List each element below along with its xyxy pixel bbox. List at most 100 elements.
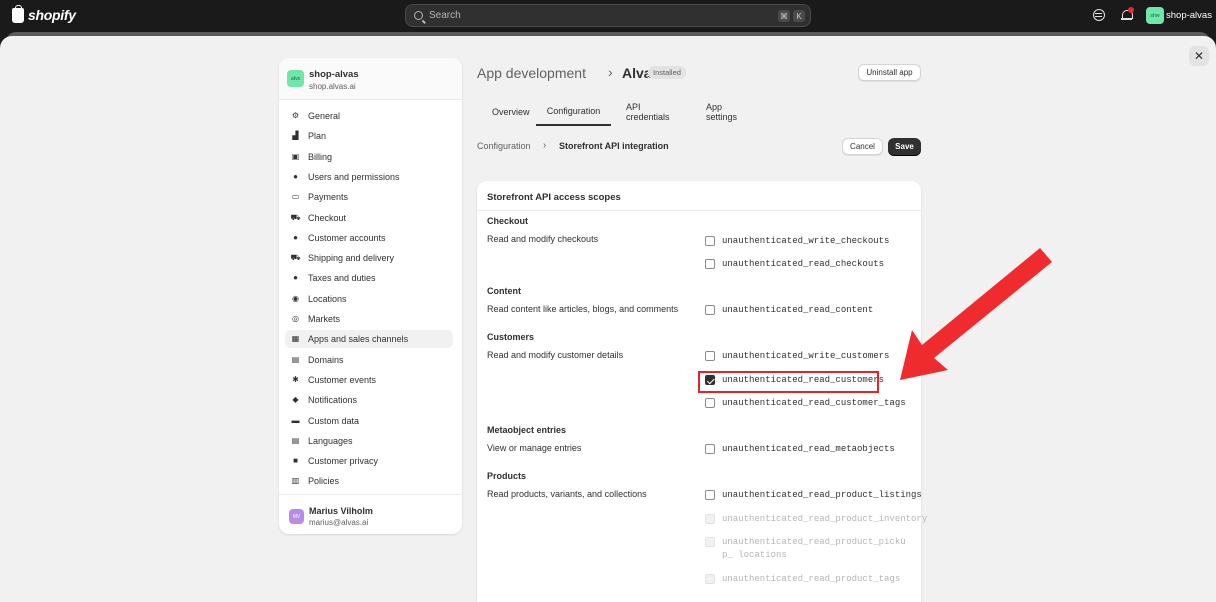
- sidebar-item-label: Customer accounts: [308, 232, 386, 243]
- sidebar-item-label: Custom data: [308, 415, 360, 426]
- sidebar-item-languages[interactable]: ▤ Languages: [285, 432, 453, 450]
- scope-checkbox-row[interactable]: unauthenticated_read_customer_tags: [705, 398, 906, 410]
- sidebar-item-label: Users and permissions: [308, 171, 400, 182]
- sidebar-item-plan[interactable]: ▟ Plan: [285, 127, 453, 145]
- sidebar-shop-header[interactable]: alvs shop-alvas shop.alvas.ai: [279, 58, 462, 100]
- scope-checkbox-row[interactable]: unauthenticated_read_metaobjects: [705, 444, 895, 456]
- breadcrumb-separator: ›: [608, 64, 613, 80]
- shop-avatar[interactable]: shw: [1146, 7, 1164, 24]
- sidebar-item-label: Notifications: [308, 395, 358, 406]
- sidebar-item-taxes-and-duties[interactable]: ● Taxes and duties: [285, 269, 453, 287]
- sidebar-item-checkout[interactable]: ⛟ Checkout: [285, 209, 453, 227]
- close-icon: ✕: [1193, 49, 1205, 63]
- sidebar-item-customer-accounts[interactable]: ● Customer accounts: [285, 229, 453, 247]
- sidebar-item-icon: ▤: [291, 435, 300, 445]
- scope-checkbox-row[interactable]: unauthenticated_read_checkouts: [705, 259, 884, 271]
- sidebar-item-label: Apps and sales channels: [308, 334, 409, 345]
- sidebar-item-custom-data[interactable]: ▬ Custom data: [285, 412, 453, 430]
- scope-label: unauthenticated_write_checkouts: [722, 236, 890, 246]
- k-key-badge: K: [793, 10, 805, 22]
- status-badge: Installed: [648, 66, 686, 79]
- sidebar-item-shipping-and-delivery[interactable]: ⛟ Shipping and delivery: [285, 249, 453, 267]
- scope-group-description: View or manage entries: [487, 443, 582, 453]
- search-input[interactable]: Search ⌘ K: [405, 4, 811, 27]
- scope-label: unauthenticated_read_checkouts: [722, 259, 885, 269]
- save-button[interactable]: Save: [888, 138, 921, 155]
- sidebar-item-label: Locations: [308, 293, 347, 304]
- top-bar: shopify Search ⌘ K shw shop-alvas: [0, 0, 1216, 32]
- sidebar-item-icon: ⚙: [291, 111, 300, 120]
- sidebar-item-apps-and-sales-channels[interactable]: ▦ Apps and sales channels: [285, 330, 453, 349]
- checkbox[interactable]: [705, 259, 715, 269]
- scope-checkbox-row[interactable]: unauthenticated_read_product_listings: [705, 490, 922, 502]
- checkbox[interactable]: [705, 305, 715, 315]
- settings-sidebar: alvs shop-alvas shop.alvas.ai ⚙ General ▟ P…: [279, 58, 462, 534]
- search-placeholder: Search: [429, 10, 461, 21]
- search-icon: [414, 11, 423, 20]
- sidebar-item-billing[interactable]: ▣ Billing: [285, 148, 453, 166]
- cancel-button[interactable]: Cancel: [842, 138, 883, 155]
- sidebar-item-general[interactable]: ⚙ General: [285, 107, 453, 125]
- shopify-logo[interactable]: shopify: [12, 4, 76, 23]
- scope-checkbox-row[interactable]: unauthenticated_write_customers: [705, 351, 889, 363]
- scope-label: unauthenticated_read_product_pickup_ loc…: [722, 537, 906, 560]
- sidebar-item-label: Customer events: [308, 374, 377, 385]
- sidebar-item-customer-privacy[interactable]: ■ Customer privacy: [285, 452, 453, 470]
- sidebar-item-icon: ▬: [291, 415, 300, 425]
- brand-name: shopify: [28, 7, 76, 23]
- command-key-badge: ⌘: [778, 10, 790, 22]
- sidebar-item-label: Taxes and duties: [308, 273, 376, 284]
- checkbox[interactable]: [705, 398, 715, 408]
- scope-checkbox-row: unauthenticated_read_product_pickup_ loc…: [705, 537, 907, 562]
- sidebar-item-label: General: [308, 111, 341, 121]
- shop-name[interactable]: shop-alvas: [1166, 10, 1212, 21]
- sidebar-item-notifications[interactable]: ◆ Notifications: [285, 391, 453, 409]
- sidebar-item-customer-events[interactable]: ✱ Customer events: [285, 371, 453, 389]
- breadcrumb-configuration[interactable]: Configuration: [477, 141, 531, 151]
- uninstall-app-button[interactable]: Uninstall app: [858, 64, 921, 81]
- checkbox[interactable]: [705, 351, 715, 361]
- shopify-bag-icon: [12, 4, 24, 23]
- highlight-box: [698, 371, 879, 393]
- tab-overview[interactable]: Overview: [492, 98, 530, 126]
- scope-group-title: Customers: [487, 332, 535, 342]
- checkbox[interactable]: [705, 236, 715, 246]
- checkbox[interactable]: [705, 490, 715, 500]
- sidebar-item-icon: ◉: [292, 293, 299, 303]
- sidebar-item-domains[interactable]: ▤ Domains: [285, 351, 453, 369]
- database-icon[interactable]: [1093, 9, 1105, 21]
- user-email: marius@alvas.ai: [309, 518, 369, 527]
- sidebar-item-users-and-permissions[interactable]: ● Users and permissions: [285, 168, 453, 186]
- shop-avatar: alvs: [287, 70, 304, 87]
- annotation-arrow: [900, 248, 1052, 380]
- checkbox[interactable]: [705, 444, 715, 454]
- tab-api-credentials[interactable]: API credentials: [626, 98, 670, 126]
- sidebar-shop-domain: shop.alvas.ai: [309, 82, 356, 91]
- close-button[interactable]: ✕: [1189, 46, 1209, 66]
- sidebar-item-icon: ●: [293, 232, 298, 242]
- sidebar-shop-name: shop-alvas: [309, 69, 359, 80]
- sidebar-item-payments[interactable]: ▭ Payments: [285, 188, 453, 206]
- sidebar-item-locations[interactable]: ◉ Locations: [285, 290, 453, 308]
- scope-label: unauthenticated_read_product_listings: [722, 490, 922, 500]
- sidebar-item-icon: ●: [293, 273, 298, 283]
- scope-label: unauthenticated_write_customers: [722, 351, 890, 361]
- sidebar-item-icon: ▥: [291, 476, 300, 486]
- breadcrumb-app-development[interactable]: App development: [477, 65, 586, 81]
- scope-checkbox-row[interactable]: unauthenticated_write_checkouts: [705, 236, 889, 248]
- sidebar-item-label: Checkout: [308, 212, 347, 223]
- sidebar-item-icon: ⛟: [290, 253, 301, 263]
- sidebar-item-icon: ■: [293, 456, 298, 466]
- sidebar-item-policies[interactable]: ▥ Policies: [285, 472, 453, 490]
- scope-checkbox-row: unauthenticated_read_product_tags: [705, 574, 900, 586]
- sidebar-user[interactable]: MV Marius Vilholm marius@alvas.ai: [279, 494, 462, 534]
- sidebar-item-markets[interactable]: ◎ Markets: [285, 310, 453, 328]
- card-title: Storefront API access scopes: [487, 192, 621, 203]
- tab-configuration[interactable]: Configuration: [536, 98, 611, 126]
- tab-app-settings[interactable]: App settings: [706, 98, 737, 126]
- breadcrumb-separator: ›: [543, 140, 547, 151]
- sidebar-item-icon: ⛟: [290, 212, 301, 222]
- sidebar-item-icon: ▟: [292, 131, 299, 141]
- scope-checkbox-row[interactable]: unauthenticated_read_content: [705, 305, 873, 317]
- sidebar-item-icon: ▣: [291, 151, 300, 161]
